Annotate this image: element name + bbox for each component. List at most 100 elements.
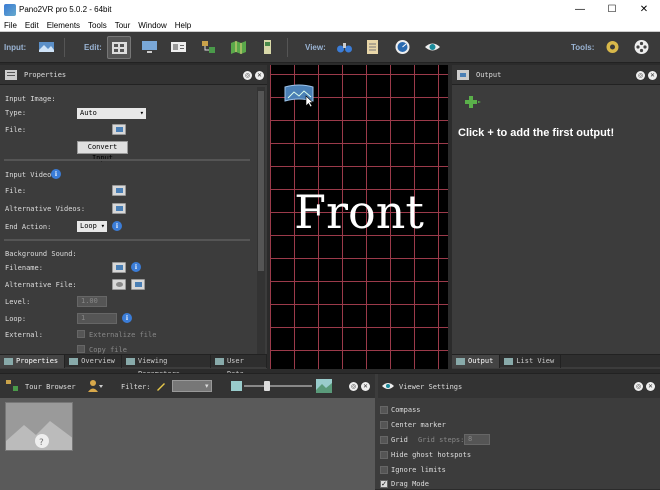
file-open-button[interactable]	[112, 124, 126, 135]
output-title: Output	[476, 71, 502, 79]
tab-label: Properties	[16, 357, 59, 365]
close-panel-icon[interactable]: ✕	[646, 382, 655, 391]
folder-icon	[135, 282, 142, 287]
close-panel-icon[interactable]: ✕	[361, 382, 370, 391]
panorama-viewer[interactable]: Front	[270, 65, 448, 369]
eye-icon	[425, 43, 440, 51]
menu-elements[interactable]: Elements	[43, 21, 84, 30]
copy-file-checkbox[interactable]	[77, 345, 85, 353]
edit-viewing-button[interactable]	[107, 36, 131, 59]
maximize-button[interactable]: ☐	[596, 0, 628, 19]
close-panel-icon[interactable]: ✕	[648, 71, 657, 80]
view-binoculars-button[interactable]	[333, 36, 357, 59]
tab-label: Overview	[81, 357, 115, 365]
tab-viewing-parameters[interactable]: Viewing Parameters	[122, 355, 211, 378]
convert-input-button[interactable]: Convert Input	[77, 141, 128, 162]
type-select[interactable]: Auto	[77, 108, 146, 119]
tools-video-button[interactable]	[630, 36, 654, 59]
filename-label: Filename:	[5, 264, 43, 272]
input-label: Input:	[4, 43, 27, 52]
view-label: View:	[305, 43, 326, 52]
menu-file[interactable]: File	[0, 21, 21, 30]
edit-media-button[interactable]	[167, 36, 191, 59]
edit-hotspot-button[interactable]	[138, 36, 162, 59]
pencil-icon[interactable]	[155, 380, 167, 392]
loop-field[interactable]: 1	[77, 313, 117, 324]
float-panel-icon[interactable]: ◎	[636, 71, 645, 80]
float-panel-icon[interactable]: ◎	[243, 71, 252, 80]
tab-output[interactable]: Output	[452, 355, 501, 368]
monitor-icon	[142, 41, 157, 53]
grid-steps-field[interactable]: 8	[464, 434, 490, 445]
add-output-icon[interactable]	[464, 95, 482, 109]
menu-tools[interactable]: Tools	[84, 21, 111, 30]
edit-maps-button[interactable]	[227, 36, 251, 59]
title-bar: Pano2VR pro 5.0.2 - 64bit — ☐ ✕	[0, 0, 660, 19]
properties-icon	[5, 70, 17, 80]
user-dropdown-icon[interactable]	[88, 379, 104, 392]
center-marker-checkbox[interactable]	[380, 421, 388, 429]
zoom-slider-handle[interactable]	[264, 381, 270, 391]
filter-label: Filter:	[121, 383, 151, 391]
film-grid-icon	[112, 42, 127, 54]
hide-ghost-hotspots-checkbox[interactable]	[380, 451, 388, 459]
menu-bar: File Edit Elements Tools Tour Window Hel…	[0, 19, 660, 32]
close-panel-icon[interactable]: ✕	[255, 71, 264, 80]
float-panel-icon[interactable]: ◎	[349, 382, 358, 391]
add-output-hint: Click + to add the first output!	[458, 127, 615, 139]
video-file-label: File:	[5, 187, 27, 195]
alt-videos-button[interactable]	[112, 203, 126, 214]
minimize-button[interactable]: —	[564, 0, 596, 19]
end-action-info-icon[interactable]: i	[112, 221, 122, 231]
float-panel-icon[interactable]: ◎	[634, 382, 643, 391]
clipboard-icon	[367, 40, 378, 54]
menu-tour[interactable]: Tour	[111, 21, 135, 30]
grid-checkbox[interactable]	[380, 436, 388, 444]
tab-user-data[interactable]: User Data	[211, 355, 267, 378]
menu-edit[interactable]: Edit	[21, 21, 43, 30]
ignore-limits-checkbox[interactable]	[380, 466, 388, 474]
alt-file-gear-button[interactable]	[112, 279, 126, 290]
center-marker-label: Center marker	[391, 421, 446, 429]
menu-window[interactable]: Window	[134, 21, 170, 30]
alt-file-button[interactable]	[131, 279, 145, 290]
video-file-button[interactable]	[112, 185, 126, 196]
overview-tab-icon	[69, 358, 79, 365]
view-checklist-button[interactable]	[361, 36, 385, 59]
edit-skin-button[interactable]	[256, 36, 280, 59]
level-label: Level:	[5, 298, 31, 306]
video-info-icon[interactable]: i	[51, 169, 61, 179]
tools-settings-button[interactable]	[601, 36, 625, 59]
tab-list-view[interactable]: List View	[500, 355, 562, 368]
close-button[interactable]: ✕	[628, 0, 660, 19]
viewing-tab-icon	[125, 358, 135, 365]
zoom-slider-track[interactable]	[244, 385, 312, 387]
tour-browser-area[interactable]: ?	[0, 398, 375, 490]
sound-info-icon[interactable]: i	[131, 262, 141, 272]
externalize-checkbox[interactable]	[77, 330, 85, 338]
end-action-select[interactable]: Loop	[77, 221, 107, 232]
scroll-thumb[interactable]	[258, 91, 264, 271]
sound-file-button[interactable]	[112, 262, 126, 273]
end-action-label: End Action:	[5, 223, 52, 231]
view-clock-button[interactable]	[391, 36, 415, 59]
compass-label: Compass	[391, 406, 421, 414]
edit-tour-button[interactable]	[197, 36, 221, 59]
loop-info-icon[interactable]: i	[122, 313, 132, 323]
node-thumbnail[interactable]: ?	[5, 402, 73, 451]
input-video-heading: Input Video:	[5, 171, 56, 179]
compass-checkbox[interactable]	[380, 406, 388, 414]
properties-scrollbar[interactable]	[257, 87, 265, 367]
properties-tab-icon	[4, 358, 13, 365]
panorama-thumbnail-icon[interactable]	[284, 83, 315, 107]
view-preview-button[interactable]	[421, 36, 445, 59]
output-tabs: Output List View	[452, 354, 660, 368]
tab-overview[interactable]: Overview	[65, 355, 122, 368]
output-tab-icon	[456, 358, 465, 365]
level-field[interactable]: 1.00	[77, 296, 107, 307]
input-button[interactable]	[35, 36, 59, 59]
drag-mode-checkbox[interactable]: ✓	[380, 480, 388, 488]
map-icon	[231, 41, 246, 54]
menu-help[interactable]: Help	[171, 21, 195, 30]
tab-properties[interactable]: Properties	[0, 355, 66, 368]
